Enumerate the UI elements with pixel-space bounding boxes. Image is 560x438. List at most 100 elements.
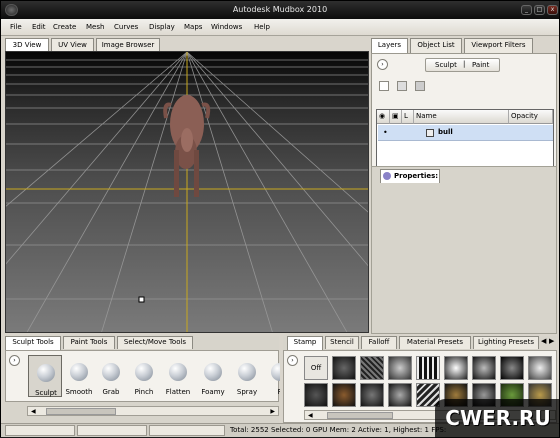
tab-material-presets[interactable]: Material Presets bbox=[399, 336, 471, 349]
tool-grab[interactable]: Grab bbox=[94, 355, 128, 397]
menu-help[interactable]: Help bbox=[254, 23, 270, 31]
stamp-thumb[interactable] bbox=[388, 356, 412, 380]
tabs-scroll-right-icon[interactable]: ▶ bbox=[549, 337, 554, 345]
stamp-thumb[interactable] bbox=[444, 356, 468, 380]
title-bar: Autodesk Mudbox 2010 _ □ x bbox=[1, 1, 559, 19]
tab-image-browser[interactable]: Image Browser bbox=[96, 38, 160, 52]
expand-icon[interactable]: › bbox=[377, 59, 388, 70]
stamp-thumb[interactable] bbox=[416, 356, 440, 380]
app-icon[interactable] bbox=[5, 4, 18, 16]
visibility-column-icon: ◉ bbox=[377, 110, 390, 124]
maximize-button[interactable]: □ bbox=[534, 5, 545, 15]
tool-spray[interactable]: Spray bbox=[230, 355, 264, 397]
scroll-left-icon[interactable]: ◀ bbox=[31, 408, 36, 415]
menu-edit[interactable]: Edit bbox=[32, 23, 46, 31]
minimize-button[interactable]: _ bbox=[521, 5, 532, 15]
menu-mesh[interactable]: Mesh bbox=[86, 23, 104, 31]
stamp-thumb[interactable] bbox=[360, 356, 384, 380]
menu-display[interactable]: Display bbox=[149, 23, 175, 31]
properties-panel: Properties: bbox=[371, 166, 557, 334]
stamp-thumb[interactable] bbox=[388, 383, 412, 407]
tool-foamy[interactable]: Foamy bbox=[196, 355, 230, 397]
sculpt-icon bbox=[37, 364, 55, 382]
stamp-thumb[interactable] bbox=[360, 383, 384, 407]
status-field bbox=[5, 425, 75, 436]
menu-maps[interactable]: Maps bbox=[184, 23, 202, 31]
tab-viewport-filters[interactable]: Viewport Filters bbox=[464, 38, 533, 53]
sculpt-tools-panel: Sculpt Tools Paint Tools Select/Move Too… bbox=[5, 336, 280, 423]
stamp-thumb[interactable] bbox=[304, 383, 328, 407]
close-button[interactable]: x bbox=[547, 5, 558, 15]
3d-viewport[interactable] bbox=[5, 51, 369, 333]
tab-paint-tools[interactable]: Paint Tools bbox=[63, 336, 115, 349]
sculpt-paint-switch: Sculpt | Paint bbox=[425, 58, 500, 72]
stamp-thumb[interactable] bbox=[332, 356, 356, 380]
smooth-icon bbox=[70, 363, 88, 381]
lock-column-label: L bbox=[402, 110, 414, 124]
tab-stamp[interactable]: Stamp bbox=[287, 336, 323, 350]
manipulator-point[interactable] bbox=[138, 296, 145, 303]
tool-expand-icon[interactable]: › bbox=[9, 355, 20, 366]
tool-sculpt[interactable]: Sculpt bbox=[28, 355, 62, 397]
stamp-thumb[interactable] bbox=[332, 383, 356, 407]
stamp-scroll-left-icon[interactable]: ◀ bbox=[308, 412, 313, 419]
name-column-header[interactable]: Name bbox=[414, 110, 509, 124]
sculpt-layer-button[interactable]: Sculpt bbox=[435, 61, 457, 69]
separator: | bbox=[463, 60, 466, 68]
tab-layers[interactable]: Layers bbox=[371, 38, 408, 54]
delete-layer-icon[interactable] bbox=[397, 81, 407, 91]
tab-stencil[interactable]: Stencil bbox=[325, 336, 359, 349]
properties-tab[interactable]: Properties: bbox=[380, 169, 440, 183]
tool-flatten[interactable]: Flatten bbox=[161, 355, 195, 397]
properties-icon bbox=[383, 172, 391, 180]
menu-curves[interactable]: Curves bbox=[114, 23, 138, 31]
menu-file[interactable]: File bbox=[10, 23, 22, 31]
scroll-right-icon[interactable]: ▶ bbox=[270, 408, 275, 415]
pinch-icon bbox=[135, 363, 153, 381]
foamy-icon bbox=[204, 363, 222, 381]
layer-visible-icon[interactable]: • bbox=[383, 128, 388, 137]
tool-repeat[interactable]: R bbox=[263, 355, 280, 397]
flatten-icon bbox=[169, 363, 187, 381]
stamp-scroll-thumb[interactable] bbox=[327, 412, 393, 419]
layer-name[interactable]: bull bbox=[438, 128, 453, 136]
menu-windows[interactable]: Windows bbox=[211, 23, 242, 31]
stamp-off[interactable]: Off bbox=[304, 356, 328, 380]
mesh-cube-icon bbox=[426, 129, 434, 137]
tab-lighting-presets[interactable]: Lighting Presets bbox=[473, 336, 539, 349]
merge-layer-icon[interactable] bbox=[415, 81, 425, 91]
window-title: Autodesk Mudbox 2010 bbox=[232, 5, 328, 14]
status-text: Total: 2552 Selected: 0 GPU Mem: 2 Activ… bbox=[230, 426, 447, 434]
spray-icon bbox=[238, 363, 256, 381]
menu-create[interactable]: Create bbox=[53, 23, 76, 31]
layer-row[interactable]: • bull bbox=[378, 125, 553, 141]
tab-object-list[interactable]: Object List bbox=[410, 38, 462, 53]
opacity-column-header[interactable]: Opacity bbox=[509, 110, 553, 124]
stamp-thumb[interactable] bbox=[500, 356, 524, 380]
tools-scroll-thumb[interactable] bbox=[46, 408, 116, 415]
mudbox-window: Autodesk Mudbox 2010 _ □ x File Edit Cre… bbox=[0, 0, 560, 438]
tab-select-move-tools[interactable]: Select/Move Tools bbox=[117, 336, 193, 349]
lock-column-icon: ▣ bbox=[390, 110, 402, 124]
tab-sculpt-tools[interactable]: Sculpt Tools bbox=[5, 336, 61, 350]
tools-scrollbar[interactable]: ◀ ▶ bbox=[27, 406, 279, 416]
stamp-expand-icon[interactable]: › bbox=[287, 355, 298, 366]
repeat-icon bbox=[271, 363, 280, 381]
paint-layer-button[interactable]: Paint bbox=[472, 61, 489, 69]
menu-bar: File Edit Create Mesh Curves Display Map… bbox=[1, 19, 559, 36]
properties-label: Properties: bbox=[394, 172, 439, 180]
tool-strip: › Sculpt Smooth Grab Pinch Flatten Foamy… bbox=[5, 350, 280, 402]
stamp-thumb[interactable] bbox=[528, 356, 552, 380]
tab-uv-view[interactable]: UV View bbox=[51, 38, 94, 52]
tabs-scroll-left-icon[interactable]: ◀ bbox=[541, 337, 546, 345]
tab-falloff[interactable]: Falloff bbox=[361, 336, 397, 349]
right-panel: Layers Object List Viewport Filters › Sc… bbox=[371, 38, 557, 334]
watermark: CWER.RU bbox=[435, 399, 560, 438]
new-layer-icon[interactable] bbox=[379, 81, 389, 91]
tool-pinch[interactable]: Pinch bbox=[127, 355, 161, 397]
status-field bbox=[149, 425, 225, 436]
grab-icon bbox=[102, 363, 120, 381]
tool-smooth[interactable]: Smooth bbox=[62, 355, 96, 397]
stamp-thumb[interactable] bbox=[472, 356, 496, 380]
status-field bbox=[77, 425, 147, 436]
